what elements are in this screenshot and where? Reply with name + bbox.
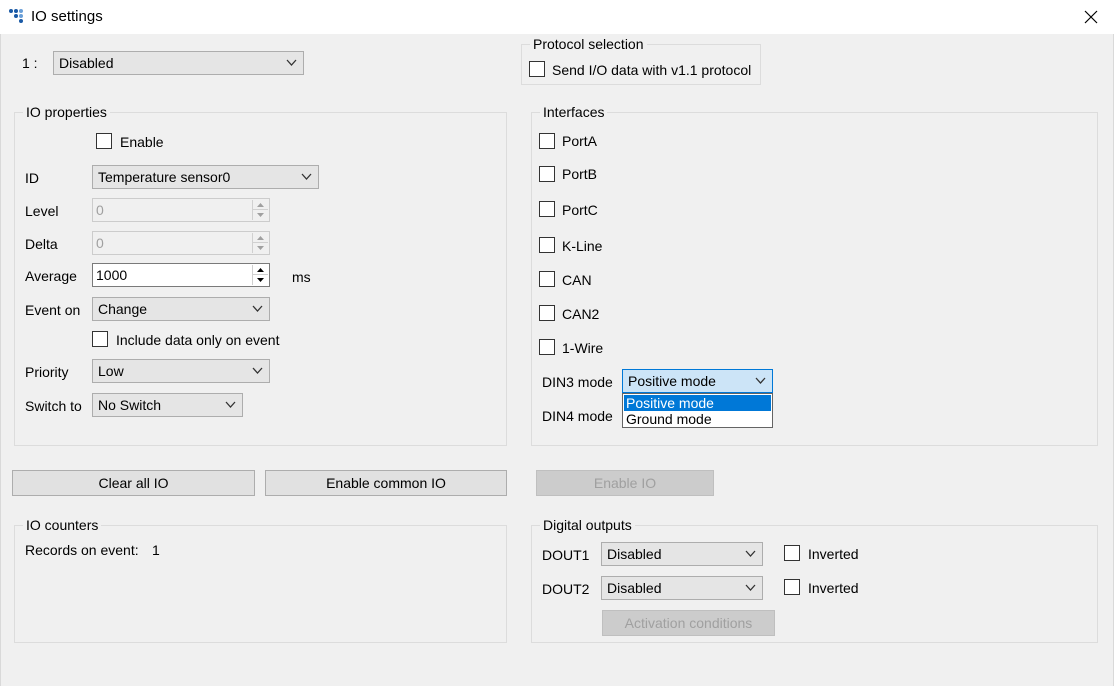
portb-checkbox[interactable] bbox=[539, 166, 555, 182]
one-wire-label: 1-Wire bbox=[562, 340, 604, 356]
dout1-inverted-checkbox[interactable] bbox=[784, 545, 800, 561]
close-icon bbox=[1084, 10, 1098, 24]
one-wire-checkbox[interactable] bbox=[539, 339, 555, 355]
spin-down-icon[interactable] bbox=[253, 275, 268, 285]
chevron-down-icon bbox=[745, 550, 756, 557]
switch-to-value: No Switch bbox=[98, 397, 162, 413]
chevron-down-icon bbox=[286, 59, 297, 66]
dout2-label: DOUT2 bbox=[542, 581, 590, 597]
average-spinbox[interactable]: 1000 bbox=[92, 263, 270, 287]
delta-spinbox[interactable]: 0 bbox=[92, 231, 270, 255]
can2-checkbox[interactable] bbox=[539, 305, 555, 321]
dout1-value: Disabled bbox=[607, 546, 662, 562]
spin-up-icon[interactable] bbox=[253, 265, 268, 275]
records-on-event-label: Records on event: bbox=[25, 542, 139, 558]
level-label: Level bbox=[25, 203, 59, 219]
priority-value: Low bbox=[98, 363, 124, 379]
spin-up-icon[interactable] bbox=[253, 200, 268, 210]
enable-common-io-button[interactable]: Enable common IO bbox=[265, 470, 507, 496]
close-button[interactable] bbox=[1068, 0, 1114, 34]
spin-down-icon[interactable] bbox=[253, 210, 268, 220]
porta-checkbox[interactable] bbox=[539, 133, 555, 149]
chevron-down-icon bbox=[301, 173, 312, 180]
dout1-combo[interactable]: Disabled bbox=[601, 542, 763, 566]
spin-down-icon[interactable] bbox=[253, 243, 268, 253]
average-label: Average bbox=[25, 268, 77, 284]
chevron-down-icon bbox=[252, 367, 263, 374]
delta-spin-arrows[interactable] bbox=[252, 233, 268, 253]
digital-outputs-legend: Digital outputs bbox=[540, 517, 635, 533]
chevron-down-icon bbox=[225, 401, 236, 408]
portb-label: PortB bbox=[562, 166, 598, 182]
io-index-label: 1 : bbox=[22, 55, 38, 71]
dropdown-option-ground-mode[interactable]: Ground mode bbox=[624, 411, 771, 427]
din3-mode-combo[interactable]: Positive mode bbox=[622, 369, 773, 393]
enable-label: Enable bbox=[120, 134, 164, 150]
dout1-label: DOUT1 bbox=[542, 547, 590, 563]
include-data-only-on-event-checkbox[interactable] bbox=[92, 331, 108, 347]
event-on-value: Change bbox=[98, 301, 148, 317]
can2-label: CAN2 bbox=[562, 306, 600, 322]
id-label: ID bbox=[25, 170, 39, 186]
id-combo[interactable]: Temperature sensor0 bbox=[92, 165, 319, 189]
average-value: 1000 bbox=[96, 267, 128, 283]
level-spinbox[interactable]: 0 bbox=[92, 198, 270, 222]
activation-conditions-button[interactable]: Activation conditions bbox=[602, 610, 775, 636]
din3-mode-value: Positive mode bbox=[628, 373, 716, 389]
kline-checkbox[interactable] bbox=[539, 237, 555, 253]
event-on-label: Event on bbox=[25, 302, 81, 318]
app-logo-icon bbox=[9, 9, 23, 23]
send-v11-protocol-label: Send I/O data with v1.1 protocol bbox=[552, 62, 752, 78]
din4-mode-label: DIN4 mode bbox=[542, 408, 613, 424]
porta-label: PortA bbox=[562, 133, 598, 149]
enable-io-button[interactable]: Enable IO bbox=[536, 470, 714, 496]
protocol-selection-legend: Protocol selection bbox=[530, 36, 647, 52]
send-v11-protocol-checkbox[interactable] bbox=[529, 61, 545, 77]
chevron-down-icon bbox=[252, 305, 263, 312]
dout2-value: Disabled bbox=[607, 580, 662, 596]
id-combo-value: Temperature sensor0 bbox=[98, 169, 231, 185]
chevron-down-icon bbox=[755, 377, 766, 384]
kline-label: K-Line bbox=[562, 238, 603, 254]
event-on-combo[interactable]: Change bbox=[92, 297, 270, 321]
can-checkbox[interactable] bbox=[539, 271, 555, 287]
io-selector-combo[interactable]: Disabled bbox=[53, 51, 304, 75]
window-title: IO settings bbox=[31, 8, 103, 25]
dout2-inverted-checkbox[interactable] bbox=[784, 579, 800, 595]
io-selector-value: Disabled bbox=[59, 55, 114, 71]
switch-to-combo[interactable]: No Switch bbox=[92, 393, 243, 417]
dout2-combo[interactable]: Disabled bbox=[601, 576, 763, 600]
priority-label: Priority bbox=[25, 364, 69, 380]
average-spin-arrows[interactable] bbox=[252, 265, 268, 285]
chevron-down-icon bbox=[745, 584, 756, 591]
interfaces-group: Interfaces bbox=[531, 104, 1098, 446]
level-value: 0 bbox=[96, 202, 104, 218]
portc-checkbox[interactable] bbox=[539, 201, 555, 217]
delta-value: 0 bbox=[96, 235, 104, 251]
interfaces-legend: Interfaces bbox=[540, 104, 608, 120]
can-label: CAN bbox=[562, 272, 592, 288]
spin-up-icon[interactable] bbox=[253, 233, 268, 243]
average-unit: ms bbox=[292, 269, 311, 285]
enable-checkbox[interactable] bbox=[96, 133, 112, 149]
io-counters-legend: IO counters bbox=[23, 517, 102, 533]
include-data-only-on-event-label: Include data only on event bbox=[116, 332, 280, 348]
portc-label: PortC bbox=[562, 202, 598, 218]
switch-to-label: Switch to bbox=[25, 398, 82, 414]
din3-mode-dropdown: Positive mode Ground mode bbox=[622, 393, 773, 428]
title-bar: IO settings bbox=[0, 0, 1114, 34]
clear-all-io-button[interactable]: Clear all IO bbox=[12, 470, 255, 496]
level-spin-arrows[interactable] bbox=[252, 200, 268, 220]
din3-mode-label: DIN3 mode bbox=[542, 374, 613, 390]
records-on-event-value: 1 bbox=[152, 542, 160, 558]
dout1-inverted-label: Inverted bbox=[808, 546, 859, 562]
delta-label: Delta bbox=[25, 236, 58, 252]
priority-combo[interactable]: Low bbox=[92, 359, 270, 383]
io-properties-legend: IO properties bbox=[23, 104, 110, 120]
dout2-inverted-label: Inverted bbox=[808, 580, 859, 596]
dropdown-option-positive-mode[interactable]: Positive mode bbox=[624, 395, 771, 411]
